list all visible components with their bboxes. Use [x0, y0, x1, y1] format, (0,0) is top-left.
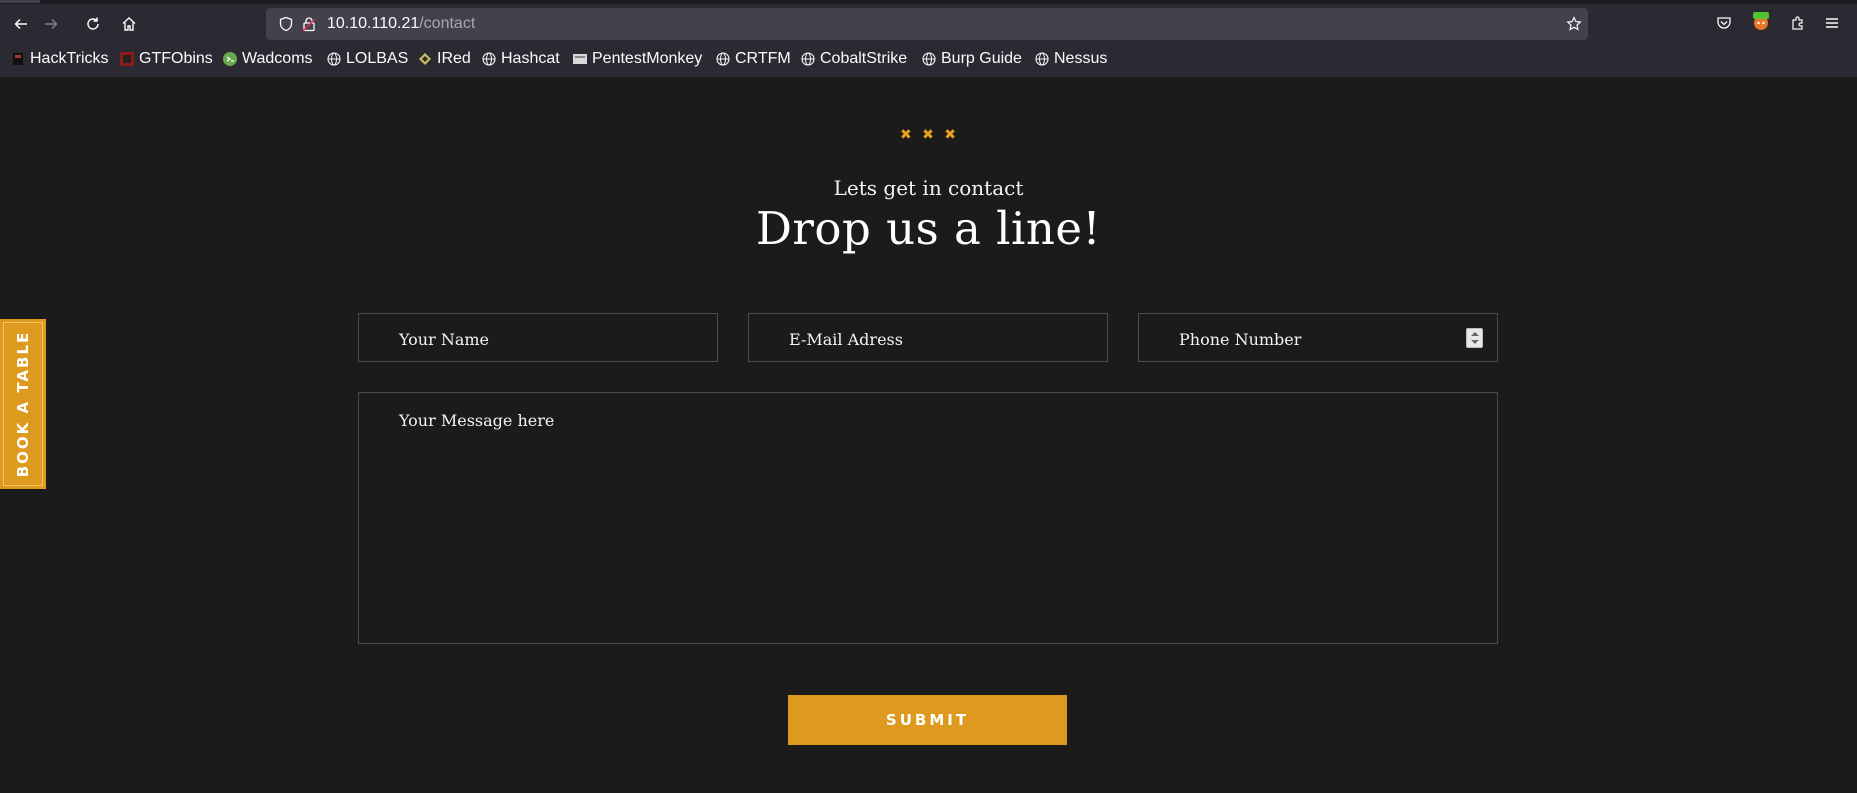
contact-page: ✖ ✖ ✖ Lets get in contact Drop us a line…	[0, 77, 1857, 793]
pocket-icon	[1717, 17, 1731, 29]
reload-button[interactable]	[80, 11, 106, 37]
bookmark-label: Nessus	[1054, 50, 1108, 67]
bookmark-label: HackTricks	[30, 50, 109, 67]
bookmark-crtfm[interactable]: CRTFM	[716, 46, 791, 72]
bookmark-hacktricks[interactable]: HackTricks	[11, 46, 109, 72]
bookmark-label: Wadcoms	[242, 50, 313, 67]
menu-button[interactable]	[1822, 13, 1842, 33]
page-title: Drop us a line!	[755, 202, 1102, 255]
globe-icon	[922, 52, 936, 66]
arrow-right-icon	[45, 18, 58, 30]
bookmarks-toolbar: HackTricks GTFObins Wadcoms LOLBAS IRed …	[0, 46, 1857, 72]
address-bar[interactable]: 10.10.110.21/contact	[266, 8, 1588, 40]
bookmark-gtfobins[interactable]: GTFObins	[120, 46, 213, 72]
bookmark-cobaltstrike[interactable]: CobaltStrike	[801, 46, 907, 72]
bookmark-nessus[interactable]: Nessus	[1035, 46, 1107, 72]
tab-strip	[0, 0, 1857, 4]
decorative-crosses-icon: ✖ ✖ ✖	[900, 127, 956, 143]
url-text[interactable]: 10.10.110.21/contact	[327, 14, 475, 34]
book-a-table-label: BOOK A TABLE	[14, 330, 32, 478]
tracking-shield-icon[interactable]	[278, 16, 294, 32]
number-spinner[interactable]	[1466, 328, 1483, 348]
bookmark-label: CRTFM	[735, 50, 791, 67]
reload-icon	[87, 17, 99, 30]
url-path: /contact	[419, 15, 476, 32]
email-input[interactable]: E-Mail Adress	[748, 313, 1108, 362]
name-input[interactable]: Your Name	[358, 313, 718, 362]
cross-icon: ✖	[922, 127, 934, 143]
email-placeholder: E-Mail Adress	[789, 330, 903, 349]
bookmark-burp-guide[interactable]: Burp Guide	[922, 46, 1022, 72]
globe-icon	[801, 52, 815, 66]
active-tab-indicator[interactable]	[0, 0, 40, 3]
extensions-button[interactable]	[1788, 13, 1808, 33]
bookmark-label: Hashcat	[501, 50, 560, 67]
globe-icon	[482, 52, 496, 66]
bookmark-label: IRed	[437, 50, 471, 67]
bookmark-pentestmonkey[interactable]: PentestMonkey	[573, 46, 702, 72]
puzzle-icon	[1792, 16, 1803, 30]
url-host: 10.10.110.21	[327, 15, 420, 32]
bookmark-label: CobaltStrike	[820, 50, 908, 67]
bookmark-ired[interactable]: IRed	[418, 46, 471, 72]
browser-toolbar: 10.10.110.21/contact HackTricks GTFObins…	[0, 0, 1857, 77]
arrow-left-icon	[14, 18, 27, 30]
cross-icon: ✖	[944, 127, 956, 143]
gtfobins-icon	[120, 52, 134, 66]
pocket-button[interactable]	[1714, 13, 1734, 33]
wadcoms-icon	[223, 52, 237, 66]
hamburger-icon	[1826, 18, 1838, 28]
section-subtitle: Lets get in contact	[833, 176, 1024, 200]
bookmark-label: GTFObins	[139, 50, 213, 67]
hacktricks-icon	[13, 53, 23, 65]
cross-icon: ✖	[900, 127, 912, 143]
globe-icon	[327, 52, 341, 66]
bookmark-label: LOLBAS	[346, 50, 409, 67]
name-placeholder: Your Name	[399, 330, 490, 349]
bookmark-hashcat[interactable]: Hashcat	[482, 46, 560, 72]
back-button[interactable]	[8, 11, 34, 37]
ired-icon	[419, 53, 431, 65]
insecure-lock-icon[interactable]	[301, 16, 317, 32]
home-button[interactable]	[116, 11, 142, 37]
book-a-table-tab[interactable]: BOOK A TABLE	[0, 319, 46, 489]
globe-icon	[716, 52, 730, 66]
submit-button[interactable]: SUBMIT	[788, 695, 1067, 745]
forward-button[interactable]	[38, 11, 64, 37]
bookmark-wadcoms[interactable]: Wadcoms	[223, 46, 313, 72]
burp-extension-icon[interactable]	[1750, 10, 1772, 32]
phone-input[interactable]: Phone Number	[1138, 313, 1498, 362]
message-textarea[interactable]: Your Message here	[358, 392, 1498, 644]
bookmark-label: PentestMonkey	[592, 50, 703, 67]
bookmark-label: Burp Guide	[941, 50, 1022, 67]
home-icon	[122, 17, 136, 31]
globe-icon	[1035, 52, 1049, 66]
phone-placeholder: Phone Number	[1179, 330, 1302, 349]
message-placeholder: Your Message here	[399, 411, 555, 430]
bookmark-lolbas[interactable]: LOLBAS	[327, 46, 408, 72]
pentestmonkey-icon	[573, 54, 587, 64]
bookmark-star-icon[interactable]	[1566, 16, 1582, 32]
